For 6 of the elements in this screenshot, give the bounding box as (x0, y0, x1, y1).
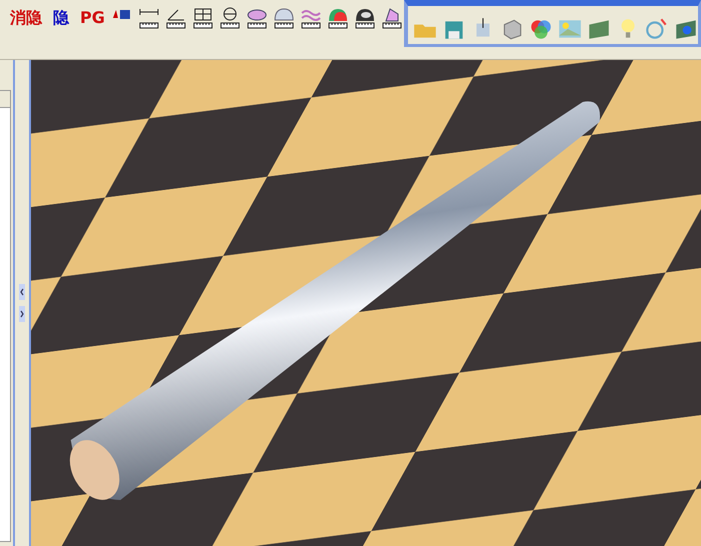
expand-right-icon[interactable] (19, 306, 25, 322)
toolbar-button[interactable]: 隐 (47, 5, 75, 31)
toolbar-button[interactable]: PG (78, 5, 107, 31)
toolbar-button[interactable]: 消隐 (8, 5, 44, 31)
circle-icon[interactable] (218, 5, 242, 31)
collapse-left-icon[interactable] (19, 284, 25, 300)
